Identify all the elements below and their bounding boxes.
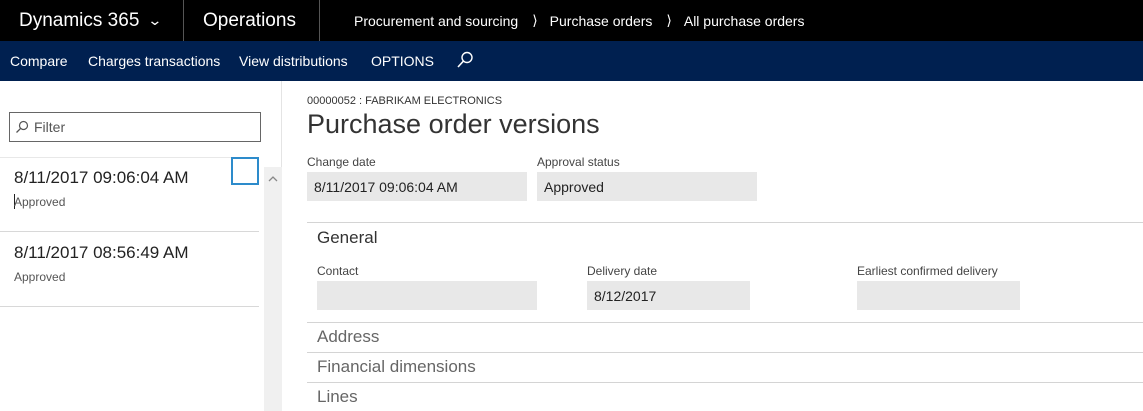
filter-placeholder: Filter <box>34 119 66 135</box>
list-item[interactable]: 8/11/2017 08:56:49 AM Approved <box>0 232 259 307</box>
earliest-confirmed-delivery-label: Earliest confirmed delivery <box>857 264 998 278</box>
contact-field[interactable] <box>317 281 537 310</box>
fasttab-lines[interactable]: Lines <box>317 387 358 407</box>
options-button[interactable]: OPTIONS <box>371 41 434 81</box>
change-date-field[interactable]: 8/11/2017 09:06:04 AM <box>307 172 527 201</box>
version-list-pane: Filter 8/11/2017 09:06:04 AM Approved 8/… <box>0 81 282 411</box>
breadcrumb-item-procurement[interactable]: Procurement and sourcing <box>354 13 518 29</box>
action-pane: Compare Charges transactions View distri… <box>0 41 1143 81</box>
contact-label: Contact <box>317 264 359 278</box>
breadcrumb: Procurement and sourcing ⟩ Purchase orde… <box>354 0 804 41</box>
row-select-checkbox[interactable] <box>231 157 259 185</box>
list-item[interactable]: 8/11/2017 09:06:04 AM Approved <box>0 157 259 232</box>
change-date-label: Change date <box>307 155 376 169</box>
fasttab-divider <box>307 382 1143 383</box>
fasttab-divider <box>307 352 1143 353</box>
fasttab-general[interactable]: General <box>317 228 377 248</box>
version-datetime: 8/11/2017 08:56:49 AM <box>14 243 189 262</box>
chevron-right-icon: ⟩ <box>532 12 538 28</box>
compare-button[interactable]: Compare <box>10 41 68 81</box>
version-status: Approved <box>14 195 66 209</box>
version-status: Approved <box>14 270 66 284</box>
fasttab-divider <box>307 222 1143 223</box>
fasttab-divider <box>307 322 1143 323</box>
delivery-date-field[interactable]: 8/12/2017 <box>587 281 750 310</box>
charges-transactions-button[interactable]: Charges transactions <box>88 41 220 81</box>
chevron-right-icon: ⟩ <box>666 12 672 28</box>
top-nav-bar: Dynamics 365 ⌄ Operations Procurement an… <box>0 0 1143 41</box>
details-pane: 00000052 : FABRIKAM ELECTRONICS Purchase… <box>282 81 1143 411</box>
search-icon <box>16 120 29 133</box>
fasttab-address[interactable]: Address <box>317 327 379 347</box>
earliest-confirmed-delivery-field[interactable] <box>857 281 1020 310</box>
app-name: Dynamics 365 <box>19 9 140 31</box>
breadcrumb-item-all-purchase-orders[interactable]: All purchase orders <box>684 13 805 29</box>
search-icon[interactable] <box>456 51 474 69</box>
fasttab-financial-dimensions[interactable]: Financial dimensions <box>317 357 476 377</box>
record-identifier: 00000052 : FABRIKAM ELECTRONICS <box>307 95 503 107</box>
approval-status-label: Approval status <box>537 155 620 169</box>
module-name[interactable]: Operations <box>184 0 320 41</box>
filter-input[interactable]: Filter <box>9 112 261 142</box>
app-switcher[interactable]: Dynamics 365 ⌄ <box>0 0 184 41</box>
scroll-up-icon[interactable] <box>267 173 279 185</box>
page-title: Purchase order versions <box>307 109 600 139</box>
approval-status-field[interactable]: Approved <box>537 172 757 201</box>
view-distributions-button[interactable]: View distributions <box>239 41 348 81</box>
version-datetime: 8/11/2017 09:06:04 AM <box>14 168 189 187</box>
delivery-date-label: Delivery date <box>587 264 658 278</box>
list-scrollbar[interactable] <box>264 167 282 411</box>
breadcrumb-item-purchase-orders[interactable]: Purchase orders <box>550 13 653 29</box>
chevron-down-icon: ⌄ <box>147 12 163 28</box>
module-label: Operations <box>203 9 296 31</box>
